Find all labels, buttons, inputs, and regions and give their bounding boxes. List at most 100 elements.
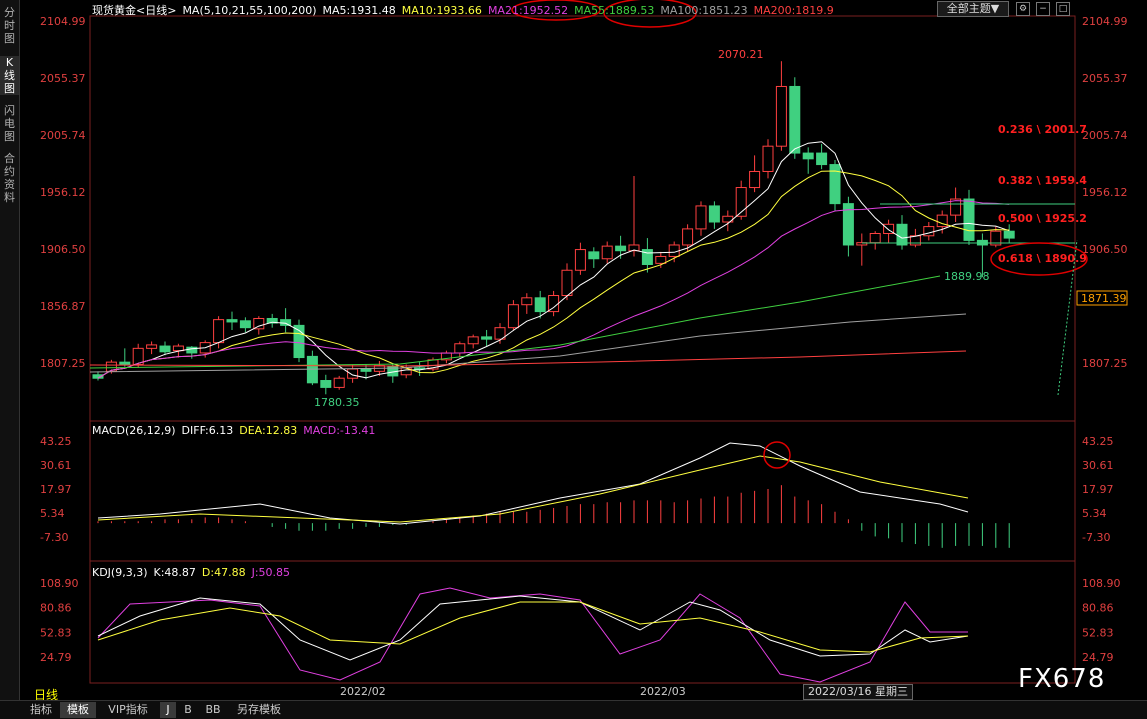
macd-left-label: 17.97 [40, 483, 72, 496]
candle-body [561, 269, 573, 297]
candle-body [923, 226, 935, 237]
ma-spec: MA(5,10,21,55,100,200) [182, 4, 317, 17]
candle-body [454, 343, 466, 354]
candle-body [253, 317, 265, 330]
kdj-k: K:48.87 [153, 566, 196, 579]
candle-body [119, 361, 131, 365]
ma21-value: MA21:1952.52 [487, 4, 569, 17]
candle-body [521, 297, 533, 306]
macd-diff-line [97, 442, 969, 525]
candle-body [682, 228, 694, 246]
fib-label: 0.618 \ 1890.9 [998, 252, 1087, 265]
macd-right-label: 17.97 [1082, 483, 1114, 496]
left-price-label: 1906.50 [40, 243, 86, 256]
kdj-title: KDJ(9,3,3) [92, 566, 148, 579]
chart-header: 现货黄金<日线> MA(5,10,21,55,100,200) MA5:1931.4… [92, 2, 840, 18]
candle-body [615, 245, 627, 252]
right-price-label: 1906.50 [1082, 243, 1128, 256]
x-label-mar: 2022/03 [640, 685, 686, 698]
candle-body [159, 345, 171, 353]
kdj-header: KDJ(9,3,3) K:48.87 D:47.88 J:50.85 [92, 566, 296, 579]
left-price-label: 2005.74 [40, 129, 86, 142]
candle-body [588, 251, 600, 260]
bottom-tab-3[interactable]: J [160, 702, 176, 718]
cursor-date-tooltip: 2022/03/16 星期三 [803, 684, 913, 700]
kdj-j: J:50.85 [251, 566, 291, 579]
left-price-label: 2104.99 [40, 15, 86, 28]
bottom-tab-2[interactable]: VIP指标 [100, 702, 156, 718]
price-panel-frame [89, 15, 1076, 422]
theme-dropdown[interactable]: 全部主题▼ [937, 1, 1009, 17]
candle-body [1003, 230, 1015, 239]
candle-body [239, 320, 251, 329]
macd-right-label: 43.25 [1082, 435, 1114, 448]
candle-body [146, 344, 158, 349]
candle-body [320, 380, 332, 388]
candle-body [789, 85, 801, 154]
price-chart[interactable]: 2104.99 2055.37 2005.74 1956.12 1906.50 1856.… [0, 0, 1147, 700]
period-tag: <日线> [136, 4, 177, 17]
bottom-tab-4[interactable]: B [180, 702, 196, 718]
kdj-d-line [97, 601, 969, 653]
macd-dea: DEA:12.83 [239, 424, 298, 437]
minimize-icon[interactable]: − [1036, 2, 1050, 16]
bottom-tab-5[interactable]: BB [200, 702, 226, 718]
restore-icon[interactable]: □ [1056, 2, 1070, 16]
candle-body [333, 377, 345, 388]
kdj-left-label: 80.86 [40, 602, 72, 615]
candle-body [896, 223, 908, 246]
bottom-tab-0[interactable]: 指标 [26, 702, 56, 718]
ma21-line [97, 200, 1010, 379]
ma100-value: MA100:1851.23 [660, 4, 748, 17]
candle-body [360, 368, 372, 372]
right-price-label: 2104.99 [1082, 15, 1128, 28]
bottom-tab-1[interactable]: 模板 [60, 702, 96, 718]
bottom-tab-6[interactable]: 另存模板 [230, 702, 288, 718]
left-price-label: 2055.37 [40, 72, 86, 85]
ma5-value: MA5:1931.48 [322, 4, 396, 17]
candle-body [172, 345, 184, 352]
candle-body [762, 145, 774, 172]
left-price-label: 1956.12 [40, 186, 86, 199]
fx678-watermark: FX678 [1018, 664, 1106, 694]
candle-body [467, 336, 479, 345]
settings-icon[interactable]: ⚙ [1016, 2, 1030, 16]
candle-body [226, 319, 238, 323]
candle-body [574, 249, 586, 271]
right-price-label: 1956.12 [1082, 186, 1128, 199]
kdj-left-label: 24.79 [40, 651, 72, 664]
candle-body [534, 297, 546, 313]
macd-left-label: 30.61 [40, 459, 72, 472]
macd-header: MACD(26,12,9) DIFF:6.13 DEA:12.83 MACD:-13.… [92, 424, 381, 437]
kdj-right-label: 24.79 [1082, 651, 1114, 664]
candle-body [280, 319, 292, 326]
macd-right-label: 5.34 [1082, 507, 1107, 520]
recent-low-label: 1889.98 [944, 270, 990, 283]
left-price-label: 1856.87 [40, 300, 86, 313]
kdj-d: D:47.88 [201, 566, 246, 579]
left-price-label: 1807.25 [40, 357, 86, 370]
kdj-right-label: 52.83 [1082, 626, 1114, 639]
kdj-left-label: 52.83 [40, 626, 72, 639]
high-price-label: 2070.21 [718, 48, 764, 61]
candle-body [963, 198, 975, 241]
macd-value: MACD:-13.41 [303, 424, 376, 437]
candle-body [507, 304, 519, 329]
current-price-label: 1871.39 [1081, 292, 1127, 305]
candle-body [802, 152, 814, 160]
candle-body [775, 85, 787, 147]
candle-body [695, 205, 707, 230]
kdj-right-label: 108.90 [1082, 577, 1121, 590]
candle-body [708, 205, 720, 223]
fib-label: 0.382 \ 1959.4 [998, 174, 1087, 187]
macd-left-label: 43.25 [40, 435, 72, 448]
right-price-label: 1807.25 [1082, 357, 1128, 370]
ma5-line [97, 141, 1010, 379]
ma200-value: MA200:1819.9 [753, 4, 834, 17]
bottom-toolbar: 指标 模板 VIP指标 J B BB 另存模板 [0, 700, 1147, 719]
candle-body [749, 170, 761, 189]
ma55-value: MA55:1889.53 [574, 4, 655, 17]
right-price-label: 2055.37 [1082, 72, 1128, 85]
candle-body [869, 232, 881, 244]
fib-label: 0.236 \ 2001.7 [998, 123, 1087, 136]
